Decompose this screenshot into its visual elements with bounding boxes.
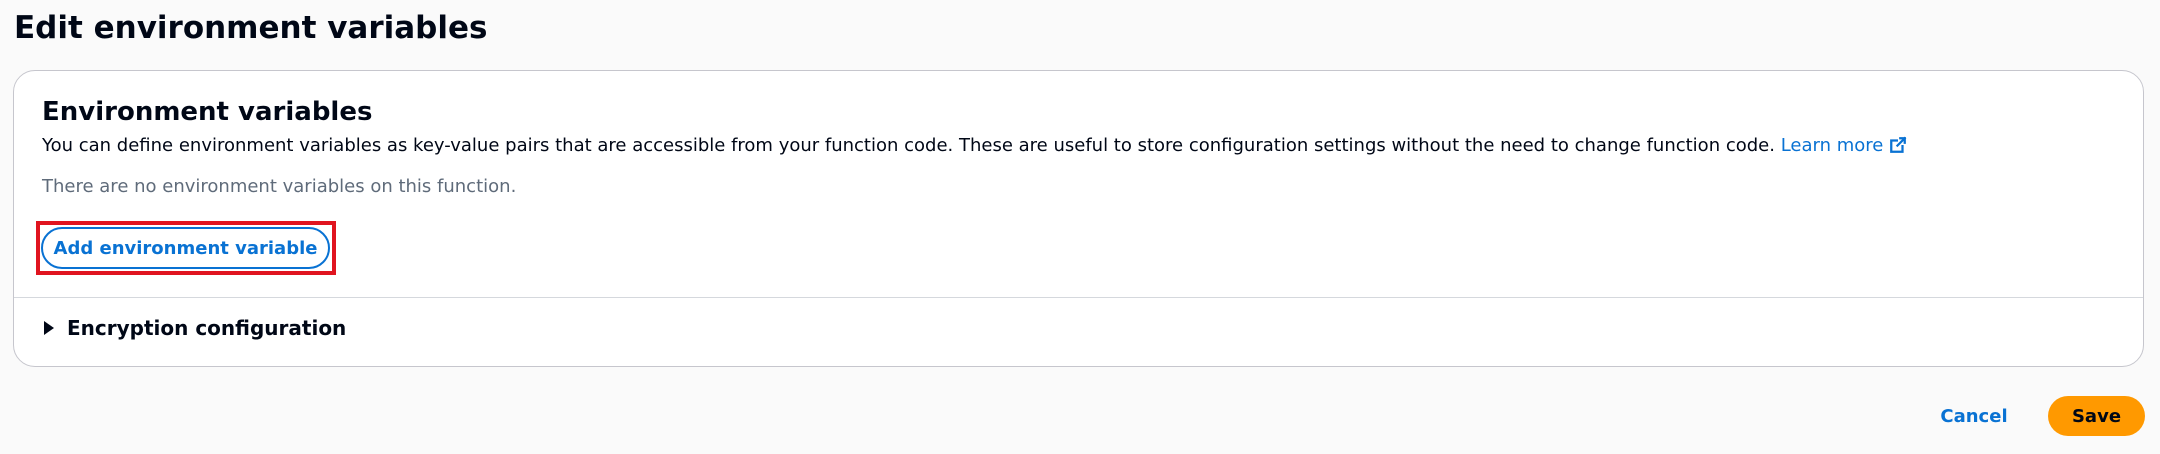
page-title: Edit environment variables xyxy=(14,10,488,46)
empty-state-message: There are no environment variables on th… xyxy=(42,176,517,197)
encryption-configuration-expander[interactable]: Encryption configuration xyxy=(44,308,346,348)
caret-right-icon xyxy=(44,321,54,335)
external-link-icon xyxy=(1889,135,1907,163)
environment-variables-container: Environment variables You can define env… xyxy=(13,70,2144,367)
save-button[interactable]: Save xyxy=(2048,396,2145,436)
cancel-button[interactable]: Cancel xyxy=(1927,396,2021,436)
add-environment-variable-button[interactable]: Add environment variable xyxy=(41,227,330,269)
encryption-configuration-label: Encryption configuration xyxy=(67,316,347,340)
section-title: Environment variables xyxy=(42,97,373,127)
section-description: You can define environment variables as … xyxy=(42,132,1907,163)
learn-more-label: Learn more xyxy=(1780,135,1884,156)
section-divider xyxy=(14,297,2143,298)
learn-more-link[interactable]: Learn more xyxy=(1781,135,1908,156)
description-text: You can define environment variables as … xyxy=(42,135,1775,156)
